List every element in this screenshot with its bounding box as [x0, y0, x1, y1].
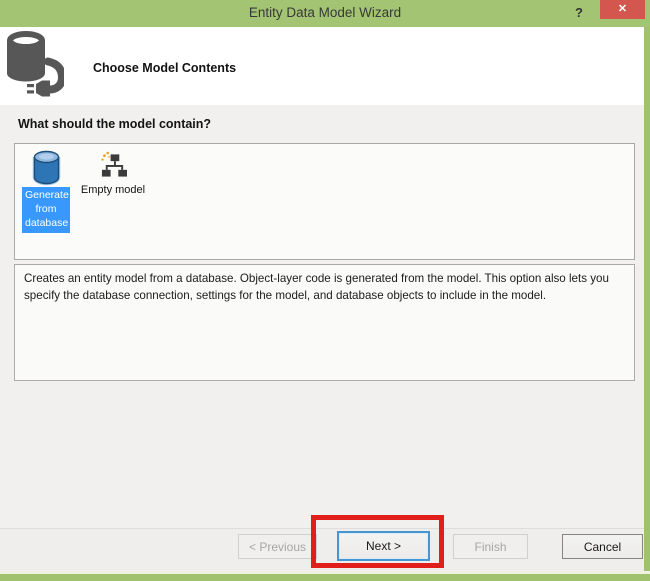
database-plug-icon — [7, 31, 64, 97]
database-icon — [32, 150, 60, 186]
window-border-bottom — [0, 574, 650, 581]
empty-model-icon — [100, 151, 127, 177]
option-generate-from-database[interactable]: Generate from database — [19, 150, 73, 233]
window-border-right — [644, 27, 650, 581]
finish-button: Finish — [453, 534, 528, 559]
window-title: Entity Data Model Wizard — [248, 5, 402, 20]
wizard-dialog: Entity Data Model Wizard ? ✕ Choose Mode… — [0, 0, 650, 581]
option-label-selected: Generate from database — [22, 187, 70, 233]
help-button[interactable]: ? — [570, 3, 588, 23]
wizard-header: Choose Model Contents — [0, 27, 650, 105]
titlebar: Entity Data Model Wizard ? ✕ — [0, 0, 650, 27]
previous-button: < Previous — [238, 534, 317, 559]
option-empty-model[interactable]: Empty model — [75, 151, 151, 196]
page-title: Choose Model Contents — [93, 61, 237, 75]
close-button[interactable]: ✕ — [600, 0, 645, 19]
cancel-button[interactable]: Cancel — [562, 534, 643, 559]
close-icon: ✕ — [617, 3, 628, 15]
option-description-box: Creates an entity model from a database.… — [14, 264, 635, 381]
option-label: Empty model — [80, 184, 146, 196]
footer-button-bar: < Previous Next > Finish Cancel — [0, 528, 650, 573]
model-content-list: Generate from database Empty model — [14, 143, 635, 260]
next-button[interactable]: Next > — [337, 531, 430, 561]
option-description-text: Creates an entity model from a database.… — [24, 272, 609, 303]
question-label: What should the model contain? — [18, 117, 212, 131]
